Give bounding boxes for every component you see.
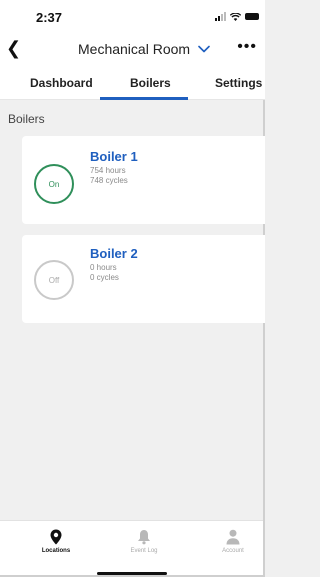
back-chevron-icon[interactable]: ❮	[6, 38, 21, 58]
wifi-icon	[230, 12, 241, 21]
more-options-icon[interactable]: •••	[237, 38, 257, 56]
tab-settings[interactable]: Settings	[215, 76, 262, 90]
app-frame: 2:37 ❮ Mechanical Room ••• Dashboard Boi…	[0, 0, 265, 577]
boiler-card[interactable]: Off Boiler 2 0 hours 0 cycles	[22, 235, 265, 323]
boiler-card[interactable]: On Boiler 1 754 hours 748 cycles	[22, 136, 265, 224]
boiler-name: Boiler 1	[90, 149, 138, 164]
bottom-tab-locations[interactable]: Locations	[26, 529, 86, 554]
status-icons	[215, 12, 259, 21]
location-pin-icon	[26, 529, 86, 545]
tab-bar: Dashboard Boilers Settings	[0, 64, 265, 100]
bottom-tab-label: Event Log	[130, 548, 158, 554]
home-indicator	[97, 572, 167, 575]
tab-boilers[interactable]: Boilers	[130, 76, 171, 90]
location-selector[interactable]: Mechanical Room	[78, 41, 210, 57]
battery-icon	[245, 13, 259, 20]
boiler-cycles: 0 cycles	[90, 273, 119, 282]
boiler-stats: 754 hours 748 cycles	[90, 166, 128, 186]
nav-title: Mechanical Room	[78, 41, 191, 57]
boiler-status-badge: On	[34, 164, 74, 204]
section-title: Boilers	[8, 112, 45, 126]
status-time: 2:37	[36, 10, 63, 25]
signal-icon	[215, 12, 226, 21]
bottom-tab-event-log[interactable]: Event Log	[114, 529, 174, 554]
status-bar: 2:37	[0, 0, 265, 34]
bottom-tab-bar: Locations Event Log Account	[0, 520, 263, 575]
boiler-stats: 0 hours 0 cycles	[90, 263, 119, 283]
active-tab-indicator	[100, 97, 188, 100]
bottom-tab-account[interactable]: Account	[203, 529, 263, 554]
boiler-name: Boiler 2	[90, 246, 138, 261]
boiler-hours: 0 hours	[90, 263, 117, 272]
person-icon	[203, 529, 263, 545]
bottom-tab-label: Account	[222, 548, 244, 554]
boiler-hours: 754 hours	[90, 166, 126, 175]
bottom-tab-label: Locations	[41, 548, 71, 554]
nav-bar: ❮ Mechanical Room •••	[0, 34, 265, 64]
boiler-status-badge: Off	[34, 260, 74, 300]
bell-icon	[114, 529, 174, 545]
boiler-cycles: 748 cycles	[90, 176, 128, 185]
tab-dashboard[interactable]: Dashboard	[30, 76, 93, 90]
chevron-down-icon	[198, 45, 210, 53]
